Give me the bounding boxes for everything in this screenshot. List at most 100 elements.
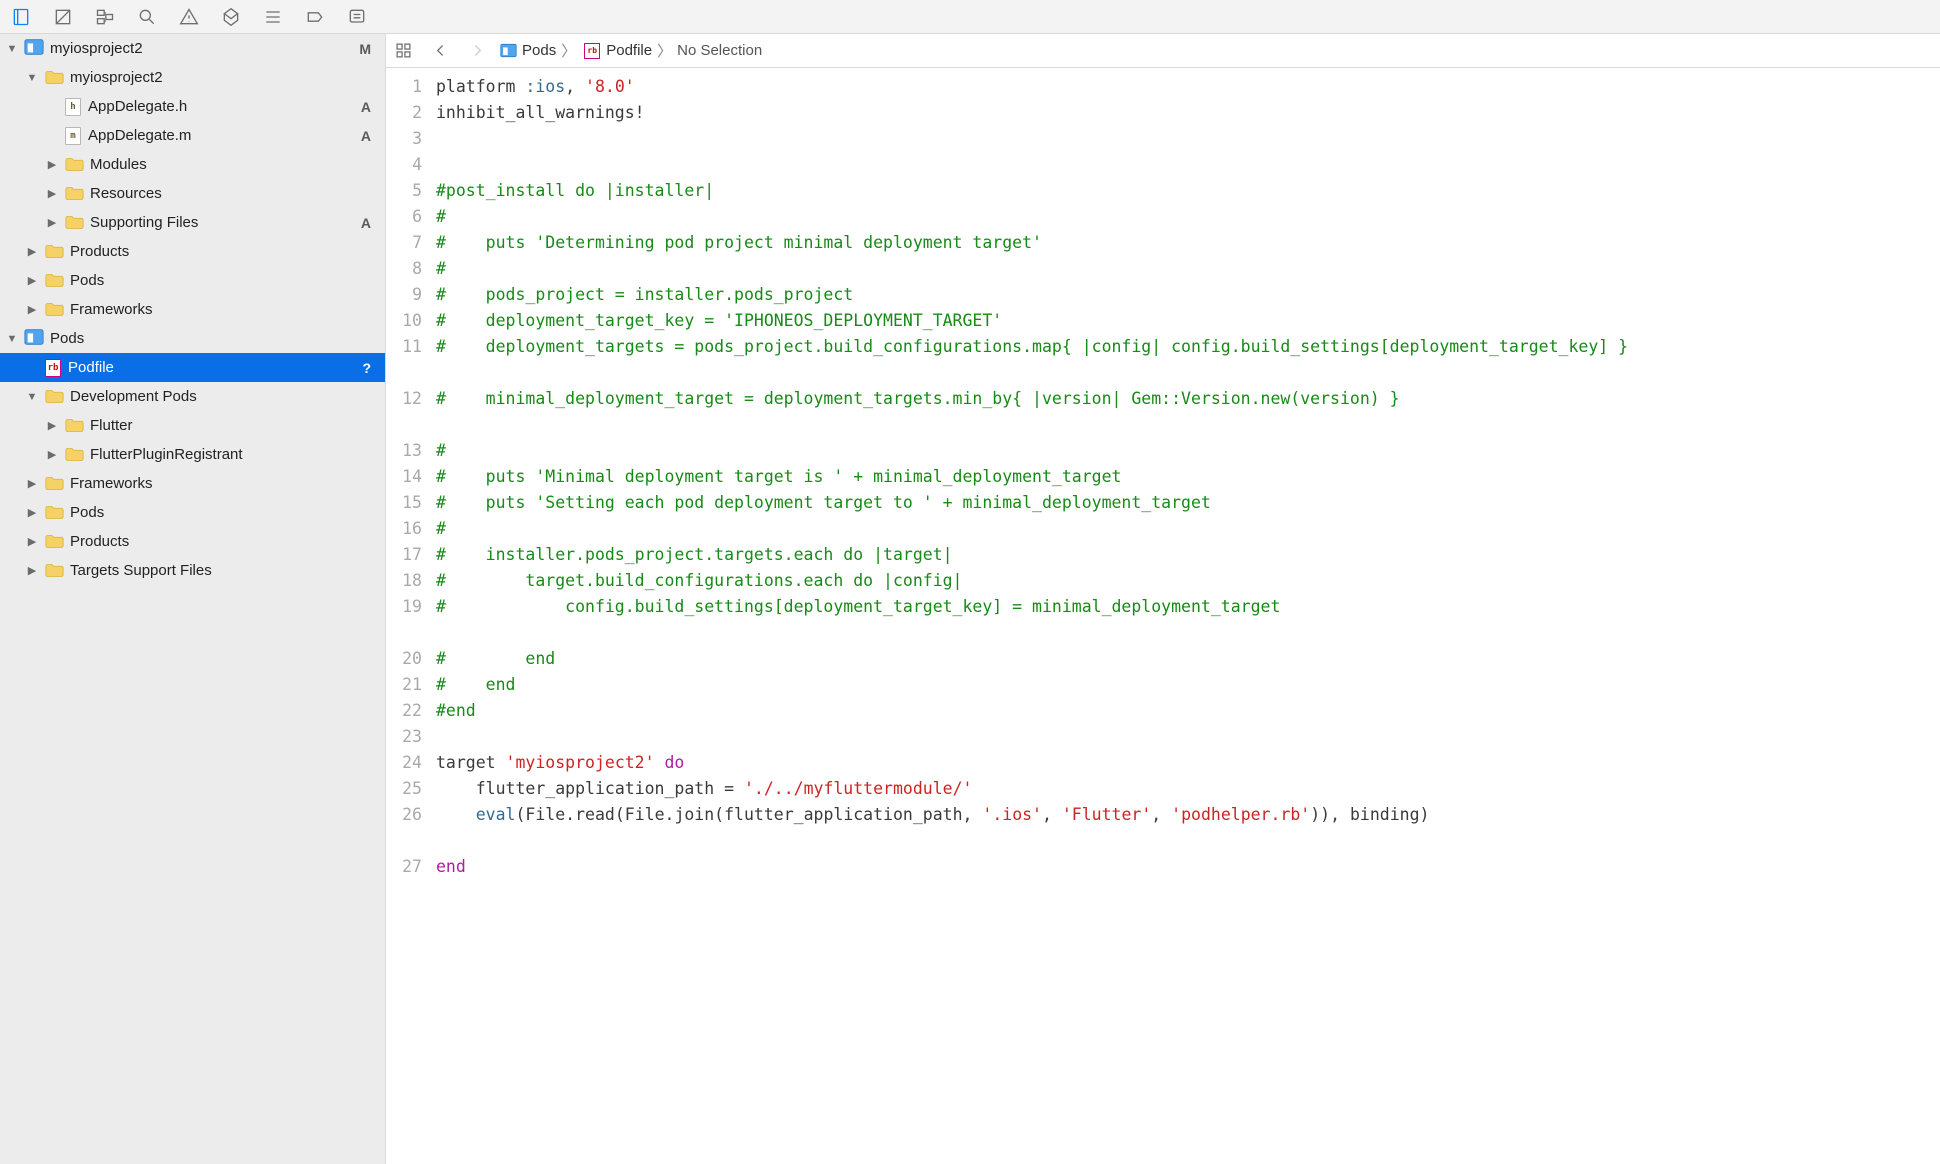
disclosure-triangle[interactable]: ▶ <box>26 565 38 577</box>
forward-icon[interactable] <box>460 34 494 68</box>
code-line[interactable]: # pods_project = installer.pods_project <box>436 282 1926 308</box>
code-line[interactable]: eval(File.read(File.join(flutter_applica… <box>436 802 1926 854</box>
code-line[interactable]: # end <box>436 646 1926 672</box>
related-items-icon[interactable] <box>386 34 420 68</box>
tree-row[interactable]: ▶Products <box>0 527 385 556</box>
disclosure-triangle[interactable]: ▶ <box>26 478 38 490</box>
code-content[interactable]: platform :ios, '8.0'inhibit_all_warnings… <box>434 68 1940 1164</box>
disclosure-triangle[interactable]: ▶ <box>26 507 38 519</box>
folder-icon <box>64 214 84 232</box>
disclosure-triangle[interactable]: ▼ <box>6 43 18 55</box>
disclosure-triangle[interactable]: ▶ <box>26 304 38 316</box>
report-navigator-icon[interactable] <box>336 0 378 34</box>
code-line[interactable] <box>436 126 1926 152</box>
disclosure-triangle[interactable]: ▶ <box>26 246 38 258</box>
navigator-toolbar <box>0 0 1940 34</box>
breadcrumb-item[interactable]: Podfile <box>606 42 652 59</box>
code-line[interactable]: # deployment_target_key = 'IPHONEOS_DEPL… <box>436 308 1926 334</box>
code-line[interactable]: # <box>436 438 1926 464</box>
code-line[interactable]: # <box>436 256 1926 282</box>
tree-row[interactable]: ▶Frameworks <box>0 469 385 498</box>
tree-row[interactable]: ▼Development Pods <box>0 382 385 411</box>
line-number: 14 <box>396 464 422 490</box>
code-line[interactable]: #post_install do |installer| <box>436 178 1926 204</box>
disclosure-triangle[interactable]: ▶ <box>46 188 58 200</box>
tree-row[interactable]: ▶Modules <box>0 150 385 179</box>
disclosure-triangle[interactable]: ▶ <box>46 420 58 432</box>
disclosure-triangle[interactable] <box>46 101 58 113</box>
issue-navigator-icon[interactable] <box>168 0 210 34</box>
code-line[interactable]: # <box>436 204 1926 230</box>
ruby-file-icon: rb <box>583 42 601 60</box>
folder-icon <box>44 562 64 580</box>
source-control-icon[interactable] <box>42 0 84 34</box>
line-number: 16 <box>396 516 422 542</box>
disclosure-triangle[interactable]: ▼ <box>26 72 38 84</box>
code-line[interactable]: # puts 'Minimal deployment target is ' +… <box>436 464 1926 490</box>
project-navigator[interactable]: ▼myiosproject2M▼myiosproject2 hAppDelega… <box>0 34 386 1164</box>
scm-status-badge: A <box>361 99 371 115</box>
file-icon: rb <box>44 358 62 378</box>
breakpoint-navigator-icon[interactable] <box>294 0 336 34</box>
code-line[interactable]: platform :ios, '8.0' <box>436 74 1926 100</box>
tree-row[interactable]: rbPodfile? <box>0 353 385 382</box>
code-line[interactable] <box>436 152 1926 178</box>
code-line[interactable]: # target.build_configurations.each do |c… <box>436 568 1926 594</box>
disclosure-triangle[interactable]: ▼ <box>26 391 38 403</box>
code-line[interactable]: # minimal_deployment_target = deployment… <box>436 386 1926 438</box>
breadcrumb-item[interactable]: Pods <box>522 42 556 59</box>
tree-row[interactable]: ▶Pods <box>0 498 385 527</box>
disclosure-triangle[interactable]: ▶ <box>26 536 38 548</box>
project-navigator-icon[interactable] <box>0 0 42 34</box>
tree-row[interactable]: ▶Frameworks <box>0 295 385 324</box>
tree-row[interactable]: ▶Pods <box>0 266 385 295</box>
code-line[interactable]: target 'myiosproject2' do <box>436 750 1926 776</box>
code-line[interactable]: # end <box>436 672 1926 698</box>
code-line[interactable]: # installer.pods_project.targets.each do… <box>436 542 1926 568</box>
code-line[interactable]: # puts 'Determining pod project minimal … <box>436 230 1926 256</box>
tree-label: Podfile <box>68 359 114 376</box>
tree-row[interactable]: ▶Products <box>0 237 385 266</box>
tree-row[interactable]: mAppDelegate.mA <box>0 121 385 150</box>
line-number: 22 <box>396 698 422 724</box>
code-line[interactable]: #end <box>436 698 1926 724</box>
disclosure-triangle[interactable]: ▶ <box>26 275 38 287</box>
code-line[interactable]: # <box>436 516 1926 542</box>
code-line[interactable]: inhibit_all_warnings! <box>436 100 1926 126</box>
file-icon: h <box>64 97 82 117</box>
code-line[interactable]: flutter_application_path = './../myflutt… <box>436 776 1926 802</box>
code-line[interactable]: # puts 'Setting each pod deployment targ… <box>436 490 1926 516</box>
code-line[interactable]: # deployment_targets = pods_project.buil… <box>436 334 1926 386</box>
disclosure-triangle[interactable] <box>46 130 58 142</box>
tree-label: Resources <box>90 185 162 202</box>
tree-row[interactable]: ▶Supporting FilesA <box>0 208 385 237</box>
back-icon[interactable] <box>423 34 457 68</box>
tree-row[interactable]: ▶FlutterPluginRegistrant <box>0 440 385 469</box>
test-navigator-icon[interactable] <box>210 0 252 34</box>
find-navigator-icon[interactable] <box>126 0 168 34</box>
tree-row[interactable]: ▶Flutter <box>0 411 385 440</box>
disclosure-triangle[interactable]: ▶ <box>46 449 58 461</box>
code-line[interactable]: end <box>436 854 1926 880</box>
tree-row[interactable]: ▶ Resources <box>0 179 385 208</box>
line-number: 12 <box>396 386 422 438</box>
disclosure-triangle[interactable]: ▼ <box>6 333 18 345</box>
tree-row[interactable]: hAppDelegate.hA <box>0 92 385 121</box>
debug-navigator-icon[interactable] <box>252 0 294 34</box>
code-line[interactable] <box>436 724 1926 750</box>
disclosure-triangle[interactable] <box>26 362 38 374</box>
symbol-navigator-icon[interactable] <box>84 0 126 34</box>
line-number: 15 <box>396 490 422 516</box>
tree-row[interactable]: ▼myiosproject2 <box>0 63 385 92</box>
code-line[interactable]: # config.build_settings[deployment_targe… <box>436 594 1926 646</box>
tree-row[interactable]: ▶Targets Support Files <box>0 556 385 585</box>
tree-row[interactable]: ▼myiosproject2M <box>0 34 385 63</box>
breadcrumb-item[interactable]: No Selection <box>677 42 762 59</box>
tree-row[interactable]: ▼Pods <box>0 324 385 353</box>
source-editor[interactable]: 1234567891011121314151617181920212223242… <box>386 68 1940 1164</box>
folder-icon <box>64 156 84 174</box>
disclosure-triangle[interactable]: ▶ <box>46 159 58 171</box>
disclosure-triangle[interactable]: ▶ <box>46 217 58 229</box>
folder-icon <box>64 446 84 464</box>
folder-icon <box>44 272 64 290</box>
